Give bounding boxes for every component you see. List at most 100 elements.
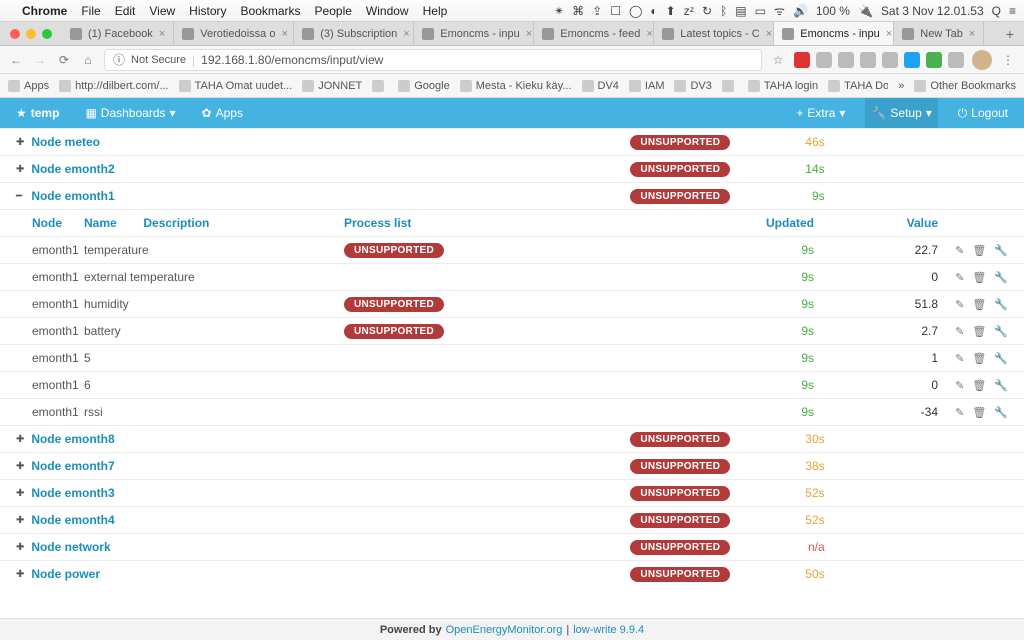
browser-tab[interactable]: Verotiedoissa o× [174,22,294,45]
back-button[interactable]: ← [8,53,24,67]
bookmark-item[interactable]: TAHA login [748,80,818,92]
close-tab-icon[interactable]: × [646,28,652,40]
extension-icon[interactable] [904,52,920,68]
edit-icon[interactable]: ✎ [955,244,964,257]
close-window-button[interactable] [10,29,20,39]
config-icon[interactable]: 🔧 [994,298,1008,311]
node-group-row[interactable]: ✚Node emonth8UNSUPPORTED30s [0,425,1024,452]
menu-view[interactable]: View [149,4,175,18]
edit-icon[interactable]: ✎ [955,325,964,338]
browser-tab[interactable]: (3) Subscription× [294,22,414,45]
bookmark-item[interactable]: DV4 [582,80,619,92]
new-tab-button[interactable]: + [996,22,1024,45]
node-group-row[interactable]: ✚Node meteoUNSUPPORTED46s [0,128,1024,155]
browser-tab[interactable]: (1) Facebook× [62,22,174,45]
browser-tab[interactable]: Emoncms - inpu× [414,22,534,45]
menu-history[interactable]: History [189,4,226,18]
node-group-row[interactable]: ✚Node emonth4UNSUPPORTED52s [0,506,1024,533]
expand-icon[interactable]: ✚ [16,542,27,553]
delete-icon[interactable]: 🗑 [972,298,986,311]
node-group-row[interactable]: ✚Node emonth7UNSUPPORTED38s [0,452,1024,479]
logout-button[interactable]: ⏻ Logout [952,98,1014,128]
bookmark-item[interactable] [372,80,388,92]
menu-bookmarks[interactable]: Bookmarks [241,4,301,18]
reload-button[interactable]: ⟳ [56,53,72,67]
config-icon[interactable]: 🔧 [994,406,1008,419]
edit-icon[interactable]: ✎ [955,379,964,392]
close-tab-icon[interactable]: × [281,28,287,40]
menu-icon[interactable]: ≡ [1009,4,1016,18]
delete-icon[interactable]: 🗑 [972,352,986,365]
config-icon[interactable]: 🔧 [994,244,1008,257]
edit-icon[interactable]: ✎ [955,271,964,284]
footer-link-oem[interactable]: OpenEnergyMonitor.org [446,624,563,636]
app-name[interactable]: Chrome [22,4,67,18]
browser-tab[interactable]: New Tab× [894,22,984,45]
expand-icon[interactable]: ✚ [16,569,27,580]
expand-icon[interactable]: ✚ [16,488,27,499]
minimize-window-button[interactable] [26,29,36,39]
expand-icon[interactable]: ✚ [16,434,27,445]
browser-tab[interactable]: Emoncms - feed× [534,22,654,45]
profile-avatar[interactable] [972,50,992,70]
setup-menu[interactable]: 🔧 Setup ▾ [865,98,937,128]
bookmark-item[interactable] [722,80,738,92]
maximize-window-button[interactable] [42,29,52,39]
menu-file[interactable]: File [81,4,100,18]
bookmark-item[interactable]: JONNET [302,80,362,92]
close-tab-icon[interactable]: × [766,28,772,40]
edit-icon[interactable]: ✎ [955,406,964,419]
node-group-row[interactable]: ━Node emonth1UNSUPPORTED9s [0,182,1024,209]
expand-icon[interactable]: ✚ [16,137,27,148]
bookmark-item[interactable]: Google [398,80,449,92]
close-tab-icon[interactable]: × [969,28,975,40]
delete-icon[interactable]: 🗑 [972,406,986,419]
close-tab-icon[interactable]: × [159,28,165,40]
brand-link[interactable]: ★ temp [10,98,65,128]
delete-icon[interactable]: 🗑 [972,325,986,338]
dashboards-menu[interactable]: ▦ Dashboards ▾ [79,98,181,128]
edit-icon[interactable]: ✎ [955,298,964,311]
browser-tab[interactable]: Emoncms - inpu× [774,22,894,45]
forward-button[interactable]: → [32,53,48,67]
bookmark-item[interactable]: Mesta - Kieku käy... [460,80,572,92]
delete-icon[interactable]: 🗑 [972,271,986,284]
menu-edit[interactable]: Edit [115,4,136,18]
menu-window[interactable]: Window [366,4,409,18]
extension-icon[interactable] [838,52,854,68]
info-icon[interactable]: ⓘ [113,51,125,68]
bookmark-item[interactable]: IAM [629,80,665,92]
node-group-row[interactable]: ✚Node emonth3UNSUPPORTED52s [0,479,1024,506]
node-group-row[interactable]: ✚Node emonth2UNSUPPORTED14s [0,155,1024,182]
bookmark-item[interactable]: TAHA Domain_tech [828,80,888,92]
bookmark-item[interactable]: DV3 [674,80,711,92]
menu-people[interactable]: People [315,4,352,18]
extra-menu[interactable]: + Extra ▾ [790,98,851,128]
close-tab-icon[interactable]: × [526,28,532,40]
extension-icon[interactable] [926,52,942,68]
extension-icon[interactable] [816,52,832,68]
spotlight-icon[interactable]: Q [992,4,1001,18]
node-group-row[interactable]: ✚Node powerUNSUPPORTED50s [0,560,1024,587]
close-tab-icon[interactable]: × [886,28,892,40]
star-icon[interactable]: ☆ [770,53,786,67]
bookmark-item[interactable]: http://dilbert.com/... [59,80,169,92]
collapse-icon[interactable]: ━ [16,191,27,202]
config-icon[interactable]: 🔧 [994,352,1008,365]
other-bookmarks[interactable]: Other Bookmarks [914,80,1016,92]
extension-icon[interactable] [860,52,876,68]
bookmarks-overflow[interactable]: » [898,80,904,92]
extension-icon[interactable] [882,52,898,68]
footer-link-version[interactable]: low-write 9.9.4 [573,624,644,636]
bookmark-item[interactable]: TAHA Omat uudet... [179,80,293,92]
config-icon[interactable]: 🔧 [994,379,1008,392]
home-button[interactable]: ⌂ [80,53,96,67]
delete-icon[interactable]: 🗑 [972,244,986,257]
expand-icon[interactable]: ✚ [16,461,27,472]
delete-icon[interactable]: 🗑 [972,379,986,392]
extension-icon[interactable] [794,52,810,68]
browser-tab[interactable]: Latest topics - C× [654,22,774,45]
close-tab-icon[interactable]: × [403,28,409,40]
config-icon[interactable]: 🔧 [994,271,1008,284]
address-bar[interactable]: ⓘ Not Secure | 192.168.1.80/emoncms/inpu… [104,49,762,71]
